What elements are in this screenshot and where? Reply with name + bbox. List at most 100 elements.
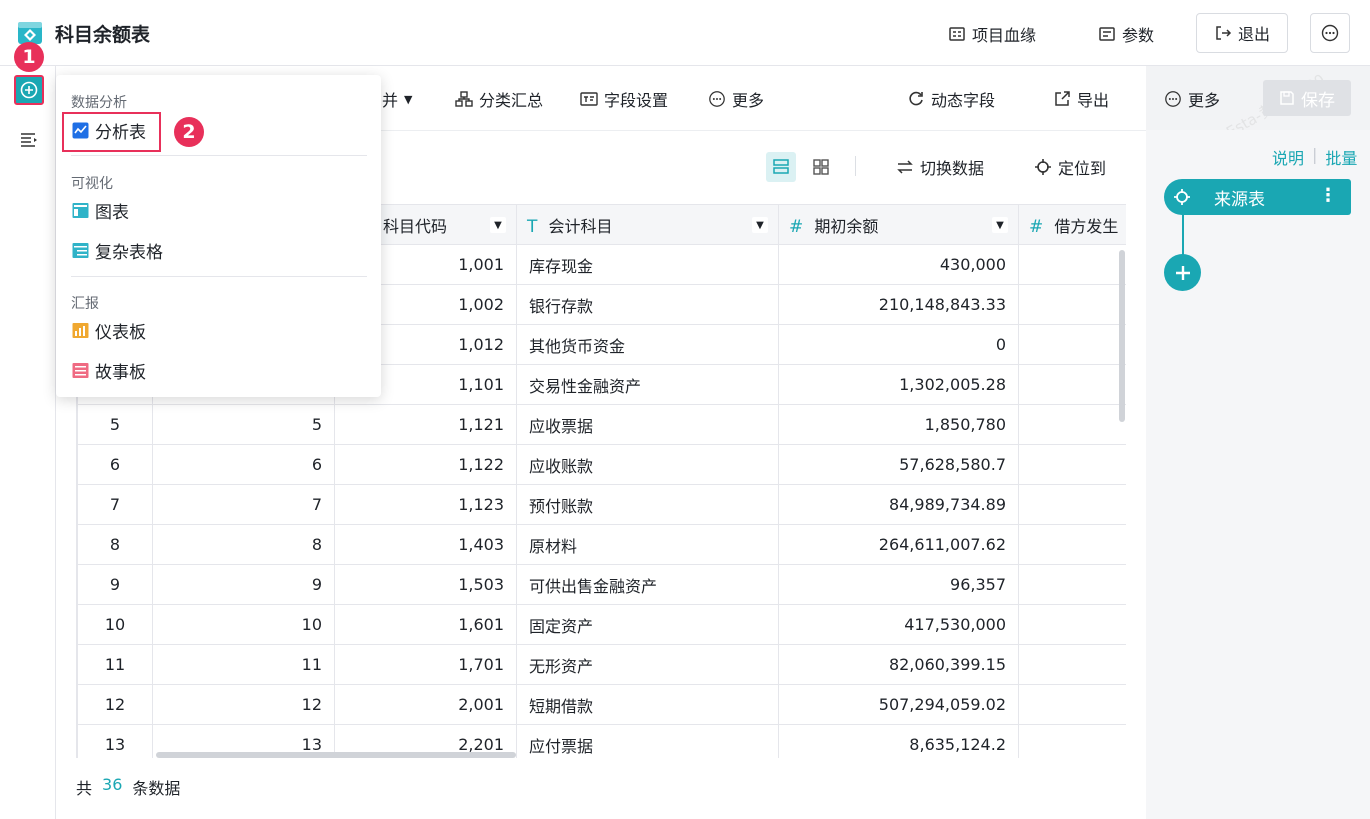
table-cell[interactable] (1018, 284, 1126, 325)
table-cell[interactable]: 5 (152, 404, 335, 445)
table-cell[interactable]: 57,628,580.7 (778, 444, 1019, 485)
table-cell[interactable] (1018, 364, 1126, 405)
table-cell[interactable]: 8 (152, 524, 335, 565)
table-row[interactable]: 10 10 1,601 固定资产 417,530,000 (77, 604, 1126, 645)
table-cell[interactable]: 84,989,734.89 (778, 484, 1019, 525)
table-cell[interactable]: 9 (77, 564, 153, 605)
group-summary-button[interactable]: 分类汇总 (455, 87, 543, 111)
table-cell[interactable]: 417,530,000 (778, 604, 1019, 645)
table-row[interactable]: 12 12 2,001 短期借款 507,294,059.02 (77, 684, 1126, 725)
table-cell[interactable] (1018, 564, 1126, 605)
column-menu-icon[interactable]: ▼ (490, 217, 506, 233)
header-more-button[interactable] (1310, 13, 1350, 53)
table-cell[interactable]: 507,294,059.02 (778, 684, 1019, 725)
dynamic-field-button[interactable]: 动态字段 (907, 87, 995, 111)
table-cell[interactable] (1018, 444, 1126, 485)
table-cell[interactable]: 7 (77, 484, 153, 525)
field-settings-button[interactable]: 字段设置 (580, 87, 668, 111)
toolbar-more-button[interactable]: 更多 (708, 87, 764, 111)
table-cell[interactable] (1018, 604, 1126, 645)
switch-data-button[interactable]: 切换数据 (896, 156, 984, 178)
table-cell[interactable]: 可供出售金融资产 (516, 564, 779, 605)
table-cell[interactable]: 1,302,005.28 (778, 364, 1019, 405)
table-cell[interactable]: 应收票据 (516, 404, 779, 445)
table-cell[interactable] (1018, 644, 1126, 685)
export-button[interactable]: 导出 (1053, 87, 1109, 111)
table-cell[interactable]: 无形资产 (516, 644, 779, 685)
table-row[interactable]: 9 9 1,503 可供出售金融资产 96,357 (77, 564, 1126, 605)
table-row[interactable]: 11 11 1,701 无形资产 82,060,399.15 (77, 644, 1126, 685)
menu-item-complex-table[interactable]: 复杂表格 (72, 237, 163, 263)
locate-button[interactable]: 定位到 (1034, 156, 1106, 178)
outline-list-icon[interactable] (19, 130, 39, 150)
table-cell[interactable]: 固定资产 (516, 604, 779, 645)
table-cell[interactable]: 库存现金 (516, 244, 779, 285)
table-cell[interactable]: 原材料 (516, 524, 779, 565)
table-cell[interactable] (1018, 524, 1126, 565)
table-cell[interactable]: 短期借款 (516, 684, 779, 725)
table-cell[interactable] (1018, 404, 1126, 445)
save-button[interactable]: 保存 (1263, 80, 1351, 116)
table-row[interactable]: 5 5 1,121 应收票据 1,850,780 (77, 404, 1126, 445)
toolbar-more2-button[interactable]: 更多 (1164, 87, 1220, 111)
table-cell[interactable]: 12 (152, 684, 335, 725)
table-cell[interactable] (1018, 484, 1126, 525)
source-table-node[interactable]: 来源表 ⋮ (1164, 179, 1351, 215)
add-node-button[interactable] (14, 75, 44, 105)
project-lineage-button[interactable]: 项目血缘 (948, 22, 1036, 46)
table-cell[interactable]: 12 (77, 684, 153, 725)
table-cell[interactable]: 96,357 (778, 564, 1019, 605)
menu-item-chart[interactable]: 图表 (72, 197, 129, 223)
table-cell[interactable]: 交易性金融资产 (516, 364, 779, 405)
table-cell[interactable]: 其他货币资金 (516, 324, 779, 365)
grid-view-toggle[interactable] (806, 152, 836, 182)
table-row[interactable]: 7 7 1,123 预付账款 84,989,734.89 (77, 484, 1126, 525)
table-cell[interactable] (1018, 324, 1126, 365)
vertical-dots-icon[interactable]: ⋮ (1319, 185, 1337, 206)
table-cell[interactable]: 1,403 (334, 524, 517, 565)
table-cell[interactable]: 1,121 (334, 404, 517, 445)
table-cell[interactable]: 5 (77, 404, 153, 445)
column-header-subject[interactable]: T 会计科目 ▼ (516, 204, 779, 245)
table-cell[interactable]: 9 (152, 564, 335, 605)
column-menu-icon[interactable]: ▼ (992, 217, 1008, 233)
merge-button[interactable]: 并 ▼ (382, 87, 412, 111)
add-step-button[interactable] (1164, 254, 1201, 291)
table-cell[interactable]: 0 (778, 324, 1019, 365)
table-cell[interactable]: 银行存款 (516, 284, 779, 325)
menu-item-dashboard[interactable]: 仪表板 (72, 317, 146, 343)
table-cell[interactable]: 1,601 (334, 604, 517, 645)
table-cell[interactable]: 1,122 (334, 444, 517, 485)
table-cell[interactable] (1018, 684, 1126, 725)
table-cell[interactable]: 预付账款 (516, 484, 779, 525)
table-cell[interactable]: 82,060,399.15 (778, 644, 1019, 685)
table-cell[interactable]: 10 (152, 604, 335, 645)
table-cell[interactable] (1018, 724, 1126, 758)
table-cell[interactable]: 210,148,843.33 (778, 284, 1019, 325)
table-cell[interactable]: 应收账款 (516, 444, 779, 485)
table-cell[interactable]: 6 (77, 444, 153, 485)
horizontal-scrollbar[interactable] (156, 752, 516, 758)
table-cell[interactable]: 13 (77, 724, 153, 758)
column-header-opening-balance[interactable]: # 期初余额 ▼ (778, 204, 1019, 245)
column-menu-icon[interactable]: ▼ (752, 217, 768, 233)
table-view-toggle[interactable] (766, 152, 796, 182)
table-cell[interactable]: 6 (152, 444, 335, 485)
table-cell[interactable] (1018, 244, 1126, 285)
table-cell[interactable]: 应付票据 (516, 724, 779, 758)
menu-item-storyboard[interactable]: 故事板 (72, 357, 146, 383)
table-cell[interactable]: 8,635,124.2 (778, 724, 1019, 758)
vertical-scrollbar[interactable] (1119, 250, 1125, 422)
exit-button[interactable]: 退出 (1196, 13, 1288, 53)
table-cell[interactable]: 8 (77, 524, 153, 565)
table-cell[interactable]: 7 (152, 484, 335, 525)
table-cell[interactable]: 430,000 (778, 244, 1019, 285)
table-row[interactable]: 8 8 1,403 原材料 264,611,007.62 (77, 524, 1126, 565)
params-button[interactable]: 参数 (1098, 22, 1154, 46)
table-cell[interactable]: 1,123 (334, 484, 517, 525)
batch-link[interactable]: 批量 (1325, 145, 1357, 169)
table-cell[interactable]: 1,701 (334, 644, 517, 685)
table-cell[interactable]: 11 (77, 644, 153, 685)
table-cell[interactable]: 1,503 (334, 564, 517, 605)
table-cell[interactable]: 1,850,780 (778, 404, 1019, 445)
